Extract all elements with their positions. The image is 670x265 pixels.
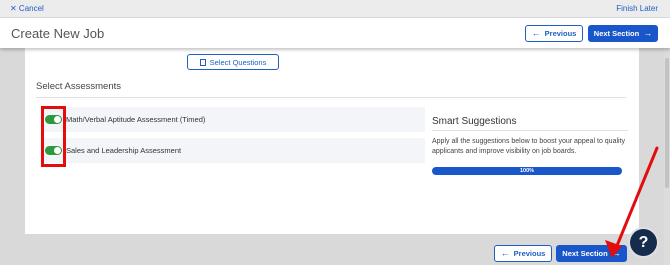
select-questions-label: Select Questions: [209, 57, 267, 67]
question-mark-icon: ?: [638, 233, 649, 251]
smart-suggestions-title: Smart Suggestions: [432, 116, 517, 127]
toggle-highlight-box: [41, 106, 66, 167]
divider: [432, 130, 628, 131]
next-section-label: Next Section: [593, 29, 640, 38]
finish-later-link[interactable]: Finish Later: [616, 4, 658, 13]
progress-label: 100%: [519, 168, 535, 174]
arrow-left-icon: ←: [531, 28, 541, 38]
divider: [36, 97, 626, 98]
footer-previous-button[interactable]: ← Previous: [494, 245, 552, 262]
page-header: Create New Job ← Previous Next Section →: [0, 18, 670, 48]
cancel-link[interactable]: ✕ Cancel: [10, 4, 44, 13]
main-content: Select Questions Select Assessments Math…: [25, 48, 639, 234]
suggestions-progress-bar: 100%: [432, 167, 622, 175]
select-questions-button[interactable]: Select Questions: [187, 54, 279, 70]
footer-previous-label: Previous: [513, 249, 546, 258]
scrollbar[interactable]: [664, 48, 670, 265]
arrow-right-icon: →: [611, 248, 621, 258]
smart-suggestions-text: Apply all the suggestions below to boost…: [432, 138, 626, 155]
arrow-left-icon: ←: [500, 248, 510, 258]
help-button[interactable]: ?: [630, 229, 657, 256]
previous-button[interactable]: ← Previous: [525, 25, 583, 42]
assessment-row: Sales and Leadership Assessment: [41, 138, 425, 163]
assessment-label: Sales and Leadership Assessment: [66, 146, 182, 155]
arrow-right-icon: →: [643, 28, 653, 38]
footer-next-section-label: Next Section: [562, 249, 608, 258]
assessments-title: Select Assessments: [36, 81, 122, 92]
top-bar: ✕ Cancel Finish Later: [0, 0, 670, 18]
scroll-thumb[interactable]: [665, 58, 669, 188]
previous-button-label: Previous: [544, 29, 577, 38]
page-title: Create New Job: [11, 26, 105, 41]
footer-bar: ← Previous Next Section →: [25, 234, 639, 265]
assessment-label: Math/Verbal Aptitude Assessment (Timed): [66, 115, 206, 124]
assessment-row: Math/Verbal Aptitude Assessment (Timed): [41, 107, 425, 132]
footer-next-section-button[interactable]: Next Section →: [556, 245, 627, 262]
document-icon: [199, 58, 206, 66]
next-section-button[interactable]: Next Section →: [588, 25, 658, 42]
